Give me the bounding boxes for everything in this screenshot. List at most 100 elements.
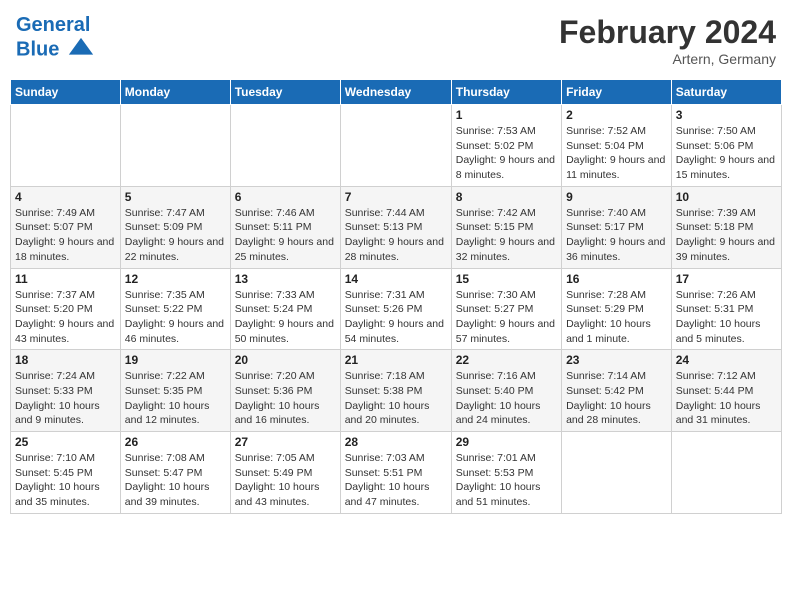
calendar-cell: 9 Sunrise: 7:40 AMSunset: 5:17 PMDaylight… (562, 186, 672, 268)
day-number: 3 (676, 108, 777, 122)
calendar-cell (11, 105, 121, 187)
calendar-cell (230, 105, 340, 187)
day-number: 2 (566, 108, 667, 122)
calendar-cell: 16 Sunrise: 7:28 AMSunset: 5:29 PMDayligh… (562, 268, 672, 350)
day-info: Sunrise: 7:14 AMSunset: 5:42 PMDaylight:… (566, 369, 667, 428)
day-info: Sunrise: 7:31 AMSunset: 5:26 PMDaylight:… (345, 288, 447, 347)
day-number: 24 (676, 353, 777, 367)
day-info: Sunrise: 7:52 AMSunset: 5:04 PMDaylight:… (566, 124, 667, 183)
day-info: Sunrise: 7:46 AMSunset: 5:11 PMDaylight:… (235, 206, 336, 265)
page-header: General Blue February 2024 Artern, Germa… (10, 10, 782, 71)
day-number: 7 (345, 190, 447, 204)
calendar-cell (562, 432, 672, 514)
day-number: 19 (125, 353, 226, 367)
main-title: February 2024 (559, 14, 776, 51)
logo-text2: Blue (16, 36, 95, 64)
day-info: Sunrise: 7:47 AMSunset: 5:09 PMDaylight:… (125, 206, 226, 265)
calendar-week-4: 18 Sunrise: 7:24 AMSunset: 5:33 PMDayligh… (11, 350, 782, 432)
day-number: 26 (125, 435, 226, 449)
weekday-header-wednesday: Wednesday (340, 80, 451, 105)
day-info: Sunrise: 7:01 AMSunset: 5:53 PMDaylight:… (456, 451, 557, 510)
day-info: Sunrise: 7:26 AMSunset: 5:31 PMDaylight:… (676, 288, 777, 347)
logo-text: General (16, 14, 95, 36)
calendar-cell: 17 Sunrise: 7:26 AMSunset: 5:31 PMDayligh… (671, 268, 781, 350)
title-block: February 2024 Artern, Germany (559, 14, 776, 67)
day-info: Sunrise: 7:12 AMSunset: 5:44 PMDaylight:… (676, 369, 777, 428)
calendar-cell: 4Sunrise: 7:49 AMSunset: 5:07 PMDaylight… (11, 186, 121, 268)
calendar-week-1: 1 Sunrise: 7:53 AMSunset: 5:02 PMDaylight… (11, 105, 782, 187)
calendar-cell: 22 Sunrise: 7:16 AMSunset: 5:40 PMDayligh… (451, 350, 561, 432)
day-number: 23 (566, 353, 667, 367)
day-number: 13 (235, 272, 336, 286)
day-number: 22 (456, 353, 557, 367)
calendar-cell: 28 Sunrise: 7:03 AMSunset: 5:51 PMDayligh… (340, 432, 451, 514)
day-number: 10 (676, 190, 777, 204)
calendar-cell: 26 Sunrise: 7:08 AMSunset: 5:47 PMDayligh… (120, 432, 230, 514)
day-info: Sunrise: 7:37 AMSunset: 5:20 PMDaylight:… (15, 288, 116, 347)
weekday-header-sunday: Sunday (11, 80, 121, 105)
day-number: 17 (676, 272, 777, 286)
calendar-week-5: 25 Sunrise: 7:10 AMSunset: 5:45 PMDayligh… (11, 432, 782, 514)
day-number: 28 (345, 435, 447, 449)
calendar-cell: 7 Sunrise: 7:44 AMSunset: 5:13 PMDaylight… (340, 186, 451, 268)
calendar-cell: 1 Sunrise: 7:53 AMSunset: 5:02 PMDaylight… (451, 105, 561, 187)
day-number: 16 (566, 272, 667, 286)
day-number: 1 (456, 108, 557, 122)
weekday-header-monday: Monday (120, 80, 230, 105)
day-number: 15 (456, 272, 557, 286)
calendar-week-2: 4Sunrise: 7:49 AMSunset: 5:07 PMDaylight… (11, 186, 782, 268)
day-info: Sunrise: 7:33 AMSunset: 5:24 PMDaylight:… (235, 288, 336, 347)
calendar-cell: 2 Sunrise: 7:52 AMSunset: 5:04 PMDaylight… (562, 105, 672, 187)
weekday-header-friday: Friday (562, 80, 672, 105)
day-number: 12 (125, 272, 226, 286)
calendar-cell: 10Sunrise: 7:39 AMSunset: 5:18 PMDayligh… (671, 186, 781, 268)
calendar-cell (120, 105, 230, 187)
day-number: 4 (15, 190, 116, 204)
day-number: 21 (345, 353, 447, 367)
calendar-cell: 24 Sunrise: 7:12 AMSunset: 5:44 PMDayligh… (671, 350, 781, 432)
day-info: Sunrise: 7:28 AMSunset: 5:29 PMDaylight:… (566, 288, 667, 347)
day-number: 27 (235, 435, 336, 449)
calendar-cell: 20Sunrise: 7:20 AMSunset: 5:36 PMDayligh… (230, 350, 340, 432)
day-info: Sunrise: 7:24 AMSunset: 5:33 PMDaylight:… (15, 369, 116, 428)
calendar-table: SundayMondayTuesdayWednesdayThursdayFrid… (10, 79, 782, 514)
calendar-cell: 25 Sunrise: 7:10 AMSunset: 5:45 PMDayligh… (11, 432, 121, 514)
day-info: Sunrise: 7:50 AMSunset: 5:06 PMDaylight:… (676, 124, 777, 183)
calendar-cell: 27 Sunrise: 7:05 AMSunset: 5:49 PMDayligh… (230, 432, 340, 514)
calendar-cell: 21 Sunrise: 7:18 AMSunset: 5:38 PMDayligh… (340, 350, 451, 432)
day-info: Sunrise: 7:30 AMSunset: 5:27 PMDaylight:… (456, 288, 557, 347)
calendar-cell: 5 Sunrise: 7:47 AMSunset: 5:09 PMDaylight… (120, 186, 230, 268)
day-info: Sunrise: 7:42 AMSunset: 5:15 PMDaylight:… (456, 206, 557, 265)
day-info: Sunrise: 7:44 AMSunset: 5:13 PMDaylight:… (345, 206, 447, 265)
calendar-cell: 8 Sunrise: 7:42 AMSunset: 5:15 PMDaylight… (451, 186, 561, 268)
logo: General Blue (16, 14, 95, 64)
calendar-cell: 15 Sunrise: 7:30 AMSunset: 5:27 PMDayligh… (451, 268, 561, 350)
calendar-cell: 13 Sunrise: 7:33 AMSunset: 5:24 PMDayligh… (230, 268, 340, 350)
weekday-header-tuesday: Tuesday (230, 80, 340, 105)
calendar-cell: 14Sunrise: 7:31 AMSunset: 5:26 PMDayligh… (340, 268, 451, 350)
calendar-cell: 12 Sunrise: 7:35 AMSunset: 5:22 PMDayligh… (120, 268, 230, 350)
day-info: Sunrise: 7:16 AMSunset: 5:40 PMDaylight:… (456, 369, 557, 428)
weekday-header-saturday: Saturday (671, 80, 781, 105)
day-info: Sunrise: 7:53 AMSunset: 5:02 PMDaylight:… (456, 124, 557, 183)
day-info: Sunrise: 7:05 AMSunset: 5:49 PMDaylight:… (235, 451, 336, 510)
calendar-cell: 18 Sunrise: 7:24 AMSunset: 5:33 PMDayligh… (11, 350, 121, 432)
calendar-cell: 19 Sunrise: 7:22 AMSunset: 5:35 PMDayligh… (120, 350, 230, 432)
day-number: 8 (456, 190, 557, 204)
day-info: Sunrise: 7:35 AMSunset: 5:22 PMDaylight:… (125, 288, 226, 347)
calendar-week-3: 11Sunrise: 7:37 AMSunset: 5:20 PMDayligh… (11, 268, 782, 350)
calendar-cell (340, 105, 451, 187)
day-info: Sunrise: 7:03 AMSunset: 5:51 PMDaylight:… (345, 451, 447, 510)
day-number: 5 (125, 190, 226, 204)
day-info: Sunrise: 7:18 AMSunset: 5:38 PMDaylight:… (345, 369, 447, 428)
day-info: Sunrise: 7:22 AMSunset: 5:35 PMDaylight:… (125, 369, 226, 428)
calendar-cell: 6 Sunrise: 7:46 AMSunset: 5:11 PMDaylight… (230, 186, 340, 268)
day-info: Sunrise: 7:08 AMSunset: 5:47 PMDaylight:… (125, 451, 226, 510)
day-number: 29 (456, 435, 557, 449)
day-number: 25 (15, 435, 116, 449)
day-number: 9 (566, 190, 667, 204)
day-number: 18 (15, 353, 116, 367)
day-info: Sunrise: 7:40 AMSunset: 5:17 PMDaylight:… (566, 206, 667, 265)
day-info: Sunrise: 7:10 AMSunset: 5:45 PMDaylight:… (15, 451, 116, 510)
day-number: 6 (235, 190, 336, 204)
